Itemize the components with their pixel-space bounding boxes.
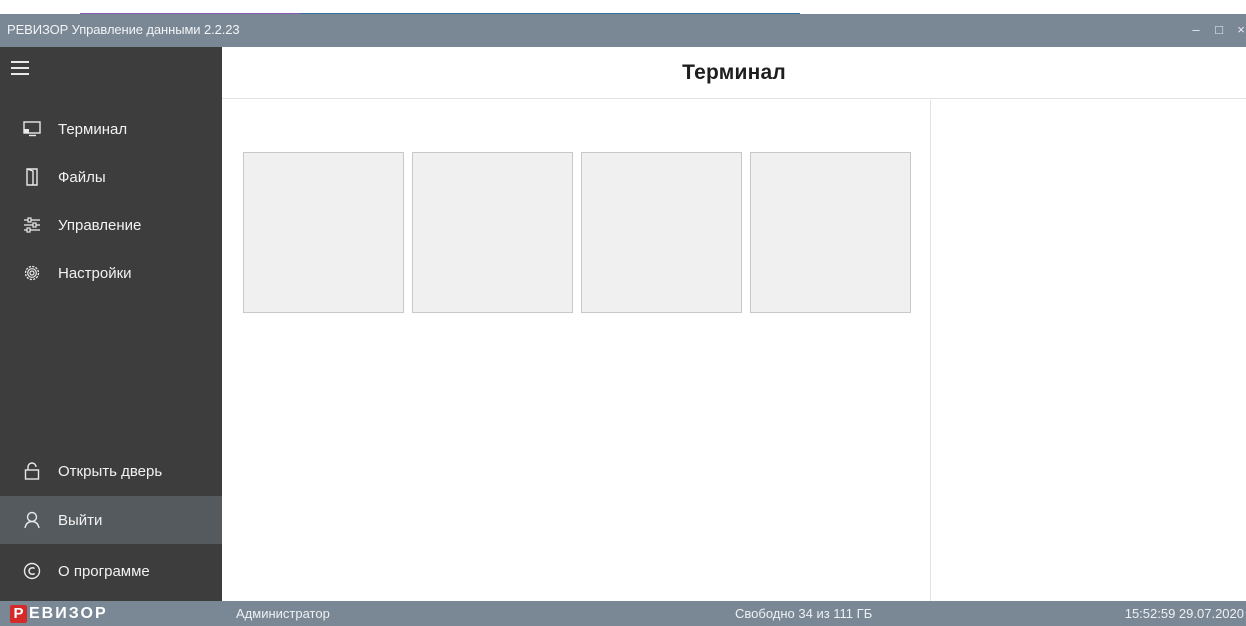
terminal-panel [222,100,930,601]
sidebar-item-label: Выйти [58,511,103,529]
sidebar-item-terminal[interactable]: Терминал [0,105,222,153]
terminal-tile[interactable] [412,152,573,313]
close-button[interactable]: × [1230,19,1246,41]
logout-button[interactable]: Выйти [0,496,222,544]
sliders-icon [22,215,42,235]
logo-word: ЕВИЗОР [29,604,108,622]
gear-icon [22,263,42,283]
sidebar-item-label: Открыть дверь [58,462,163,480]
open-door-button[interactable]: Открыть дверь [0,447,222,495]
page-title: Терминал [682,61,786,84]
title-bar: РЕВИЗОР Управление данными 2.2.23 – □ × [0,14,1246,47]
door-icon [22,167,42,187]
user-icon [22,510,42,530]
datetime: 15:52:59 29.07.2020 [1124,606,1244,621]
window-title: РЕВИЗОР Управление данными 2.2.23 [7,22,240,37]
monitor-icon [22,119,42,139]
sidebar-item-label: О программе [58,562,150,580]
unlock-icon [22,461,42,481]
top-strip [0,0,1246,14]
copyright-icon [22,561,42,581]
sidebar-item-label: Настройки [58,264,132,282]
sidebar-item-files[interactable]: Файлы [0,153,222,201]
sidebar-item-label: Управление [58,216,142,234]
logo-mark: Р [10,604,27,623]
sidebar-item-control[interactable]: Управление [0,201,222,249]
terminal-tile[interactable] [581,152,742,313]
sidebar-item-label: Терминал [58,120,128,138]
terminal-tile[interactable] [750,152,911,313]
free-space: Свободно 34 из 111 ГБ [735,606,873,621]
terminal-tile[interactable] [243,152,404,313]
hamburger-icon[interactable] [10,57,32,79]
current-user: Администратор [236,606,330,621]
sidebar: Терминал Файлы Управление Настройки Откр… [0,47,222,601]
page-header: Терминал [222,47,1246,99]
minimize-button[interactable]: – [1185,19,1207,41]
sidebar-item-label: Файлы [58,168,106,186]
right-panel [930,100,1246,601]
status-bar: Р ЕВИЗОР Администратор Свободно 34 из 11… [0,601,1246,626]
sidebar-item-settings[interactable]: Настройки [0,249,222,297]
revizor-logo: Р ЕВИЗОР [10,604,108,623]
maximize-button[interactable]: □ [1208,19,1230,41]
about-button[interactable]: О программе [0,547,222,595]
